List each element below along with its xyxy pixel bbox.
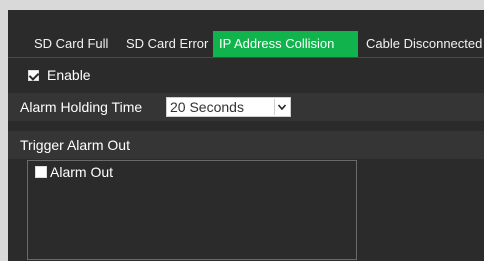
alarm-out-list: Alarm Out — [27, 160, 357, 260]
alarm-holding-time-row: Alarm Holding Time 20 Seconds — [8, 93, 484, 121]
alarm-out-checkbox[interactable] — [35, 166, 47, 178]
alarm-out-label: Alarm Out — [50, 164, 114, 180]
alarm-out-item[interactable]: Alarm Out — [35, 164, 113, 180]
tab-bar: SD Card Full SD Card Error IP Address Co… — [8, 31, 484, 58]
alarm-holding-time-label: Alarm Holding Time — [20, 99, 143, 115]
enable-checkbox[interactable] — [28, 69, 39, 81]
enable-label: Enable — [47, 67, 91, 83]
tab-sd-card-full[interactable]: SD Card Full — [28, 31, 114, 57]
chevron-down-icon[interactable] — [274, 99, 289, 115]
tab-cable-disconnected[interactable]: Cable Disconnected — [360, 31, 484, 57]
trigger-alarm-out-label: Trigger Alarm Out — [20, 137, 130, 153]
enable-row: Enable — [28, 66, 91, 84]
alarm-holding-time-value: 20 Seconds — [170, 99, 244, 115]
tab-ip-address-collision[interactable]: IP Address Collision — [213, 31, 358, 57]
trigger-alarm-out-row: Trigger Alarm Out — [8, 131, 484, 159]
alarm-settings-panel: SD Card Full SD Card Error IP Address Co… — [8, 10, 484, 261]
alarm-holding-time-select[interactable]: 20 Seconds — [166, 97, 291, 117]
tab-sd-card-error[interactable]: SD Card Error — [120, 31, 214, 57]
